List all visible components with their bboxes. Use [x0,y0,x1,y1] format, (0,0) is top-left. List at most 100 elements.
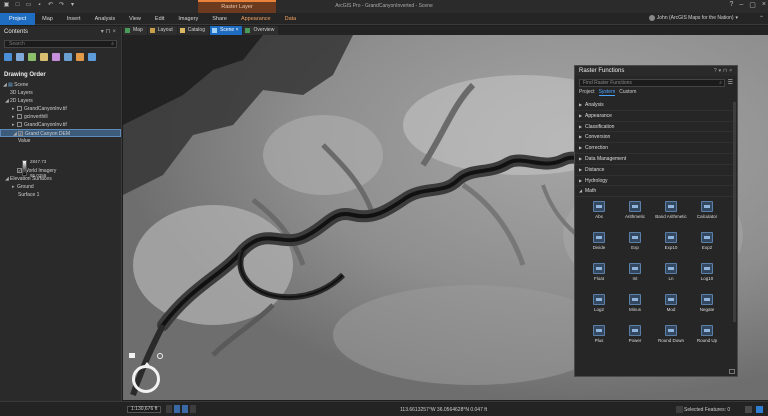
category-math[interactable]: ◢ Math [575,186,737,198]
list-by-selection-icon[interactable] [28,53,36,61]
function-divide[interactable]: Divide [583,232,615,258]
tab-analysis[interactable]: Analysis [88,13,122,25]
category-analysis[interactable]: ▶ Analysis [575,100,737,111]
scale-dropdown-icon[interactable] [166,405,172,413]
list-by-source-icon[interactable] [16,53,24,61]
function-negate[interactable]: Negate [691,294,723,320]
save-icon[interactable]: ▪ [36,2,43,9]
navigator-compass[interactable] [132,362,160,393]
scrollbar[interactable] [733,102,736,322]
category-hydrology[interactable]: ▶ Hydrology [575,176,737,187]
tree-ground[interactable]: ▸ Ground [0,183,121,191]
new-icon[interactable]: □ [14,2,21,9]
category-appearance[interactable]: ▶ Appearance [575,111,737,122]
visibility-checkbox-checked[interactable]: ✓ [18,131,23,137]
tree-layer-2[interactable]: ▸ gcinverthill [0,113,121,121]
list-by-snapping-icon[interactable] [52,53,60,61]
maximize-icon[interactable]: ▢ [749,1,756,9]
undo-icon[interactable]: ↶ [47,2,54,9]
tab-overview-view[interactable]: Overview [243,26,279,35]
tab-share[interactable]: Share [205,13,234,25]
category-classification[interactable]: ▶ Classification [575,122,737,133]
customize-icon[interactable]: ▾ [69,2,76,9]
subtab-custom[interactable]: Custom [619,89,636,96]
function-float[interactable]: Float [583,263,615,289]
resize-icon[interactable] [729,369,735,374]
close-icon[interactable]: × [762,1,766,9]
tab-data[interactable]: Data [278,13,304,25]
tab-catalog-view[interactable]: Catalog [177,26,209,35]
function-ln[interactable]: Ln [655,263,687,289]
function-mod[interactable]: Mod [655,294,687,320]
refresh-icon[interactable] [745,406,752,413]
sync-icon[interactable] [756,406,763,413]
category-distance[interactable]: ▶ Distance [575,165,737,176]
visibility-checkbox[interactable] [17,122,22,128]
tree-layer-1[interactable]: ▸ GrandCanyonInv.tif [0,105,121,113]
subtab-project[interactable]: Project [579,89,595,96]
function-exp2[interactable]: Exp2 [691,232,723,258]
list-by-labeling-icon[interactable] [64,53,72,61]
selection-icon[interactable] [676,406,683,413]
tab-layout-view[interactable]: Layout [147,26,177,35]
function-band-arithmetic[interactable]: Band Arithmetic [655,201,687,227]
search-icon[interactable]: ⌕ [719,80,722,86]
redo-icon[interactable]: ↷ [58,2,65,9]
collapse-ribbon-icon[interactable]: ⌃ [759,15,764,22]
tree-surface-1[interactable]: Surface 1 [0,191,121,199]
category-conversion[interactable]: ▶ Conversion [575,132,737,144]
search-icon[interactable]: ⌕ [111,41,114,48]
grid-icon[interactable] [174,405,180,413]
tab-view[interactable]: View [122,13,148,25]
function-plus[interactable]: Plus [583,325,615,351]
scale-input[interactable]: 1:130,676 ft [127,406,162,413]
tab-appearance[interactable]: Appearance [234,13,278,25]
full-control-icon[interactable] [129,353,135,358]
help-icon[interactable]: ? [729,1,733,9]
tab-imagery[interactable]: Imagery [171,13,205,25]
list-by-charts-icon[interactable] [88,53,96,61]
tab-map-view[interactable]: Map [123,26,147,35]
snap-icon[interactable] [182,405,188,413]
visibility-checkbox[interactable] [17,106,22,112]
tree-layer-grand-canyon-dem[interactable]: ◢ ✓ Grand Canyon DEM [0,129,121,137]
tab-scene-view[interactable]: Scene × [209,26,243,35]
list-by-perspective-icon[interactable] [76,53,84,61]
close-icon[interactable]: × [729,68,734,74]
heading-icon[interactable] [157,353,163,359]
contents-search[interactable]: ⌕ [4,40,117,48]
function-round-up[interactable]: Round Up [691,325,723,351]
function-log2[interactable]: Log2 [583,294,615,320]
function-exp[interactable]: Exp [619,232,651,258]
user-account[interactable]: John (ArcGIS Maps for the Nation) ▾ [648,15,738,21]
close-icon[interactable]: × [112,29,118,35]
tree-world-imagery[interactable]: ✓ World Imagery [0,167,121,175]
list-by-editing-icon[interactable] [40,53,48,61]
function-int[interactable]: Int [619,263,651,289]
list-by-drawing-order-icon[interactable] [4,53,12,61]
tab-project[interactable]: Project [0,13,36,25]
tree-elevation-surfaces[interactable]: ◢Elevation Surfaces [0,175,121,183]
function-round-down[interactable]: Round Down [655,325,687,351]
tree-2d-layers[interactable]: ◢2D Layers [0,97,121,105]
category-correction[interactable]: ▶ Correction [575,143,737,154]
tab-map[interactable]: Map [35,13,60,25]
subtab-system[interactable]: System [598,89,616,96]
category-data-management[interactable]: ▶ Data Management [575,154,737,165]
function-calculator[interactable]: Calculator [691,201,723,227]
minimize-icon[interactable]: – [739,1,743,9]
visibility-checkbox[interactable] [17,114,22,120]
function-minus[interactable]: Minus [619,294,651,320]
function-exp10[interactable]: Exp10 [655,232,687,258]
find-raster-functions-input[interactable]: Find Raster Functions ⌕ [579,79,725,87]
function-log10[interactable]: Log10 [691,263,723,289]
tree-scene[interactable]: ◢▤ Scene [0,81,121,89]
open-icon[interactable]: ▭ [25,2,32,9]
function-power[interactable]: Power [619,325,651,351]
tree-3d-layers[interactable]: 3D Layers [0,89,121,97]
function-abs[interactable]: Abs [583,201,615,227]
tab-insert[interactable]: Insert [60,13,88,25]
menu-icon[interactable]: ☰ [728,79,733,86]
tab-edit[interactable]: Edit [148,13,171,25]
close-icon[interactable]: × [236,27,239,33]
